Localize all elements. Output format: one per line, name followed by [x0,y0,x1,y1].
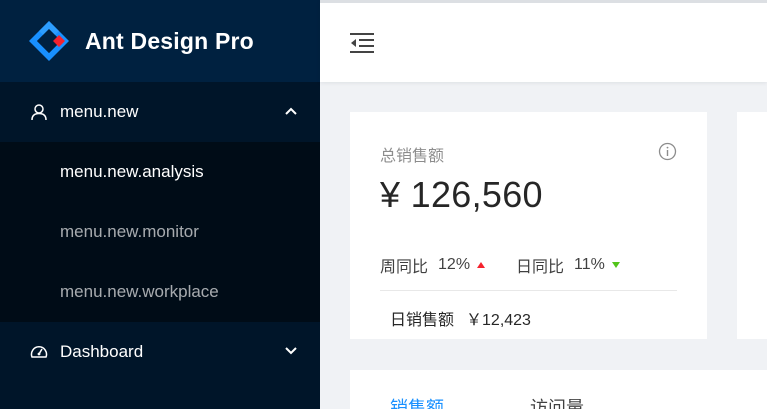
submenu-label: menu.new [60,102,139,121]
sidebar: Ant Design Pro menu.new menu.new.analysi… [0,0,320,409]
info-circle-icon[interactable] [658,142,677,161]
top-header [320,0,767,82]
daily-trend: 日同比 11% [516,253,620,277]
menu-item-label: menu.new.monitor [60,222,199,241]
logo-area[interactable]: Ant Design Pro [0,0,320,82]
menu-item-analysis[interactable]: menu.new.analysis [0,142,320,202]
total-sales-card: 总销售额 ¥ 126,560 周同比 12% 日同比 11% 日销售额 ￥12,… [350,112,707,339]
app-title: Ant Design Pro [85,27,254,54]
weekly-trend-value: 12% [438,256,471,273]
daily-sales-value: ￥12,423 [466,312,531,329]
tab-visits[interactable]: 访问量 [530,394,584,409]
chevron-up-icon [285,107,297,115]
daily-sales-label: 日销售额 [390,312,455,329]
visits-card-partial [737,112,767,339]
submenu-label: Dashboard [60,342,144,361]
total-sales-value: ¥ 126,560 [380,174,543,215]
weekly-trend: 周同比 12% [380,253,486,277]
card-divider [380,290,677,291]
menu-item-monitor[interactable]: menu.new.monitor [0,202,320,262]
weekly-trend-label: 周同比 [380,259,429,276]
caret-up-icon [477,262,486,268]
sales-tabs-card: 销售额 访问量 [350,370,767,409]
menu-fold-icon[interactable] [348,31,376,55]
menu-item-label: menu.new.workplace [60,282,219,301]
ant-logo-icon [29,21,69,61]
dashboard-icon [30,343,48,361]
menu-item-workplace[interactable]: menu.new.workplace [0,262,320,322]
tab-sales[interactable]: 销售额 [390,394,444,409]
submenu-list: menu.new.analysis menu.new.monitor menu.… [0,142,320,322]
submenu-dashboard[interactable]: Dashboard [0,322,320,382]
chevron-down-icon [285,347,297,355]
daily-trend-label: 日同比 [516,259,565,276]
user-icon [30,103,48,121]
daily-trend-value: 11% [574,256,605,273]
daily-sales: 日销售额 ￥12,423 [390,306,531,330]
caret-down-icon [611,262,620,268]
submenu-menu-new[interactable]: menu.new [0,82,320,142]
menu-item-label: menu.new.analysis [60,162,204,181]
card-title: 总销售额 [380,148,445,165]
side-menu: menu.new menu.new.analysis menu.new.moni… [0,82,320,382]
